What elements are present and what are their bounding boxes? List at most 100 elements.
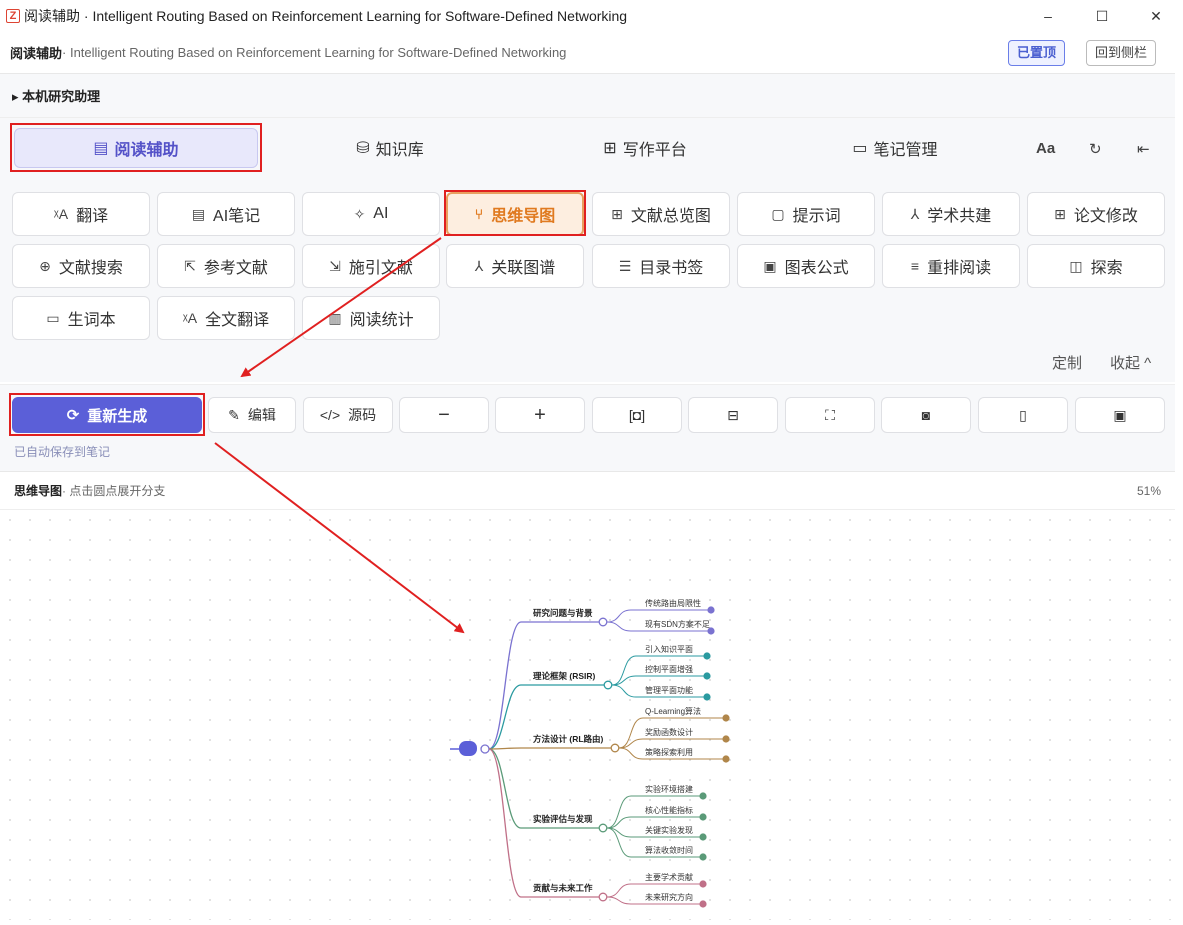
tool-relation-graph[interactable]: ⅄ 关联图谱 [446, 244, 584, 288]
cite-icon: ⇲ [329, 257, 341, 274]
fullscreen-button[interactable]: ⛶ [785, 397, 875, 433]
mindmap-branch-label: 实验评估与发现 [533, 814, 593, 824]
tool-toc-bookmarks[interactable]: ☰ 目录书签 [592, 244, 730, 288]
tool-mindmap[interactable]: ⑂ 思维导图 [446, 192, 584, 236]
maximize-button[interactable]: ☐ [1075, 0, 1129, 32]
mindmap-leaf-label: 主要学术贡献 [645, 872, 693, 882]
regenerate-button[interactable]: ⟳ 重新生成 [12, 397, 202, 433]
back-to-sidebar-button[interactable]: 回到侧栏 [1086, 40, 1157, 66]
zoom-in-button[interactable]: + [495, 397, 585, 433]
tab-knowledge-base[interactable]: ⛁ 知识库 [340, 128, 440, 168]
close-button[interactable]: ✕ [1129, 0, 1183, 32]
mindmap-leaf-label: 奖励函数设计 [645, 727, 693, 737]
panel-title: 阅读辅助 [10, 46, 63, 61]
local-assistant-toggle[interactable]: ▸ 本机研究助理 [0, 74, 1175, 118]
mindmap-leaf-dot [699, 900, 707, 908]
tool-references[interactable]: ⇱ 参考文献 [157, 244, 295, 288]
mindmap-leaf-dot [703, 652, 711, 660]
tool-label: AI笔记 [213, 208, 261, 225]
window-controls: – ☐ ✕ [1021, 0, 1183, 32]
mindmap-actionbar: ⟳ 重新生成 ✎ 编辑 </> 源码 − + [◘] ⊟ ⛶ ◙ ▯ ▣ 已自动… [0, 384, 1175, 472]
translate-icon: ᵡA [182, 310, 198, 326]
tool-citing-papers[interactable]: ⇲ 施引文献 [302, 244, 440, 288]
font-size-button[interactable]: Aa [1036, 140, 1055, 157]
tool-label: 关联图谱 [491, 260, 556, 277]
tool-literature-overview[interactable]: ⊞ 文献总览图 [592, 192, 730, 236]
tab-label: 写作平台 [622, 142, 687, 159]
tab-reading-assist[interactable]: ▤ 阅读辅助 [14, 128, 258, 168]
code-icon: </> [319, 407, 341, 423]
window-edge [1175, 32, 1183, 920]
mindmap-canvas[interactable]: 研究问题与背景 传统路由局限性 现有SDN方案不足 理论框架 (RSIR) 引入知识平面… [0, 510, 1175, 920]
grid-icon: ⊞ [603, 140, 617, 157]
mindmap-leaf-dot [722, 755, 730, 763]
autosave-status: 已自动保存到笔记 [14, 445, 111, 459]
tree-layout-button[interactable]: ⊟ [688, 397, 778, 433]
fit-icon: [◘] [628, 407, 646, 423]
image-icon: ▣ [763, 257, 777, 274]
mindmap-leaf-label: 未来研究方向 [645, 892, 693, 902]
tab-label: 笔记管理 [873, 142, 938, 159]
tool-ai[interactable]: ✧ AI [302, 192, 440, 236]
mindmap-branch-dot [610, 743, 620, 753]
mindmap-leaf-dot [703, 693, 711, 701]
mindmap-leaf-dot [699, 813, 707, 821]
mindmap-leaf-dot [707, 627, 715, 635]
file-icon: ▯ [1019, 406, 1027, 423]
refresh-icon[interactable]: ↻ [1089, 140, 1102, 158]
mindmap-header: 思维导图 · 点击圆点展开分支 51% [0, 472, 1175, 510]
mindmap-title: 思维导图 [14, 484, 63, 498]
mindmap-leaf-label: 关键实验发现 [645, 825, 693, 835]
fit-view-button[interactable]: [◘] [592, 397, 682, 433]
tool-label: 学术共建 [927, 208, 992, 225]
sparkle-icon: ✧ [353, 205, 366, 222]
pinned-button[interactable]: 已置顶 [1008, 40, 1066, 66]
mindmap-hint: · 点击圆点展开分支 [62, 484, 166, 498]
tab-writing-platform[interactable]: ⊞ 写作平台 [590, 128, 700, 168]
mindmap-leaf-line [618, 738, 725, 749]
tool-literature-search[interactable]: ⊕ 文献搜索 [12, 244, 150, 288]
tool-label: 全文翻译 [205, 312, 270, 329]
tool-explore[interactable]: ◫ 探索 [1027, 244, 1165, 288]
save-button[interactable]: ▣ [1075, 397, 1165, 433]
paper-title: · Intelligent Routing Based on Reinforce… [62, 45, 567, 60]
tool-academic-collab[interactable]: ⅄ 学术共建 [882, 192, 1020, 236]
mindmap-branch-label: 理论框架 (RSIR) [533, 671, 596, 681]
mindmap-branch-label: 方法设计 (RL路由) [533, 734, 604, 744]
mindmap-leaf-label: 引入知识平面 [645, 644, 693, 654]
zoom-out-button[interactable]: − [399, 397, 489, 433]
chat-icon: ▢ [771, 205, 785, 222]
tool-vocabulary[interactable]: ▭ 生词本 [12, 296, 150, 340]
fullscreen-icon: ⛶ [825, 406, 835, 423]
mindmap-leaf-dot [722, 714, 730, 722]
tool-paper-revision[interactable]: ⊞ 论文修改 [1027, 192, 1165, 236]
mindmap-root-node [459, 741, 477, 756]
refresh-icon: ⟳ [66, 407, 80, 424]
tab-label: 阅读辅助 [114, 142, 179, 159]
tool-ai-notes[interactable]: ▤ AI笔记 [157, 192, 295, 236]
tool-reading-stats[interactable]: ▥ 阅读统计 [302, 296, 440, 340]
tool-reflow-reading[interactable]: ≡ 重排阅读 [882, 244, 1020, 288]
source-button[interactable]: </> 源码 [303, 397, 393, 433]
tool-grid: ᵡA 翻译 ▤ AI笔记 ✧ AI ⑂ 思维导图 ⊞ 文献总览图 ▢ 提示词 ⅄ 学术共建 ⊞… [0, 182, 1175, 382]
tool-full-translation[interactable]: ᵡA 全文翻译 [157, 296, 295, 340]
collapse-tools-link[interactable]: 收起 ^ [1110, 352, 1151, 373]
mindmap-icon: ⑂ [474, 206, 484, 222]
export-doc-button[interactable]: ▯ [978, 397, 1068, 433]
mindmap-branch-dot [598, 892, 608, 902]
screenshot-button[interactable]: ◙ [881, 397, 971, 433]
document-icon: ▤ [93, 140, 109, 157]
collapse-panel-icon[interactable]: ⇤ [1137, 140, 1150, 158]
tool-translate[interactable]: ᵡA 翻译 [12, 192, 150, 236]
pencil-icon: ✎ [228, 406, 240, 423]
tool-label: AI [373, 205, 389, 222]
tab-notes[interactable]: ▭ 笔记管理 [840, 128, 950, 168]
tool-prompts[interactable]: ▢ 提示词 [737, 192, 875, 236]
tool-figures-formulas[interactable]: ▣ 图表公式 [737, 244, 875, 288]
customize-link[interactable]: 定制 [1052, 352, 1082, 373]
tool-label: 图表公式 [784, 260, 849, 277]
minimize-button[interactable]: – [1021, 0, 1075, 32]
tool-label: 思维导图 [491, 208, 556, 225]
button-label: 源码 [348, 407, 377, 423]
edit-button[interactable]: ✎ 编辑 [208, 397, 296, 433]
